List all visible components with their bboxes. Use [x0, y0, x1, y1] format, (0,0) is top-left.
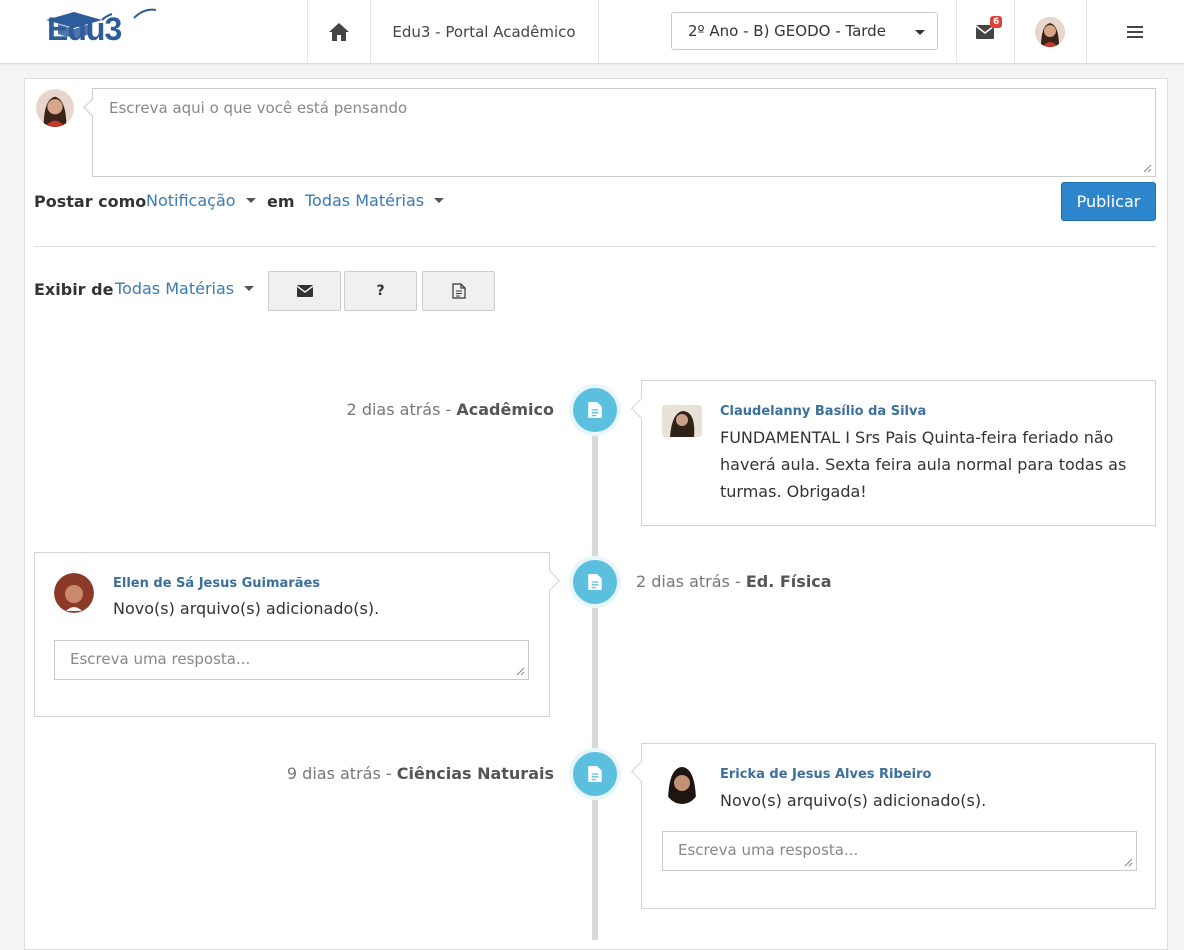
- filter-files-button[interactable]: [422, 271, 495, 311]
- timeline-node: [569, 384, 621, 436]
- subject-dropdown[interactable]: Todas Matérias: [305, 191, 445, 210]
- show-from-label: Exibir de: [34, 280, 114, 299]
- chevron-down-icon: [915, 30, 925, 35]
- post-placeholder: Escreva aqui o que você está pensando: [109, 99, 408, 117]
- post-message: FUNDAMENTAL I Srs Pais Quinta-feira feri…: [720, 428, 1127, 501]
- timeline-meta: 9 dias atrás - Ciências Naturais: [287, 764, 554, 783]
- post-as-label: Postar como: [34, 192, 147, 211]
- reply-input[interactable]: Escreva uma resposta...: [662, 831, 1137, 871]
- chevron-down-icon: [245, 198, 256, 203]
- timeline-time: 2 dias atrás -: [346, 400, 457, 419]
- post-message: Novo(s) arquivo(s) adicionado(s).: [720, 791, 987, 810]
- document-icon: [588, 402, 602, 418]
- post-type-dropdown[interactable]: Notificação: [146, 191, 256, 210]
- unread-count-badge: 6: [990, 16, 1003, 28]
- chevron-down-icon: [244, 286, 255, 291]
- timeline-card: Ellen de Sá Jesus Guimarães Novo(s) arqu…: [34, 552, 550, 717]
- composer-avatar: [36, 89, 74, 127]
- timeline-subject: Acadêmico: [456, 400, 554, 419]
- brand-name: Edu3: [47, 11, 122, 47]
- messages-button[interactable]: 6: [956, 0, 1014, 63]
- timeline-meta: 2 dias atrás - Ed. Física: [636, 572, 832, 591]
- portal-title: Edu3 - Portal Acadêmico: [392, 22, 576, 41]
- hamburger-menu-button[interactable]: [1086, 0, 1184, 63]
- timeline-time: 9 dias atrás -: [286, 764, 397, 783]
- author-avatar: [664, 764, 700, 804]
- chevron-down-icon: [434, 198, 445, 203]
- filter-messages-button[interactable]: [268, 271, 341, 311]
- author-name[interactable]: Ericka de Jesus Alves Ribeiro: [720, 767, 931, 782]
- publish-button[interactable]: Publicar: [1061, 182, 1156, 221]
- author-avatar: [54, 573, 94, 613]
- envelope-icon: [296, 285, 313, 297]
- timeline-node: [569, 748, 621, 800]
- timeline-line: [592, 400, 598, 940]
- timeline-card: Claudelanny Basílio da Silva FUNDAMENTAL…: [641, 380, 1156, 526]
- class-selector[interactable]: 2º Ano - B) GEODO - Tarde: [671, 12, 938, 50]
- resize-handle-icon[interactable]: [516, 667, 525, 676]
- hamburger-icon: [1127, 25, 1143, 38]
- author-name[interactable]: Claudelanny Basílio da Silva: [720, 404, 926, 419]
- home-icon: [329, 22, 349, 41]
- resize-handle-icon[interactable]: [1124, 858, 1133, 867]
- document-icon: [588, 574, 602, 590]
- subject-value: Todas Matérias: [305, 191, 425, 210]
- nav-divider: [598, 0, 599, 63]
- resize-handle-icon[interactable]: [1143, 164, 1152, 173]
- author-avatar: [662, 405, 702, 437]
- post-message: Novo(s) arquivo(s) adicionado(s).: [113, 599, 380, 618]
- user-menu-button[interactable]: [1014, 0, 1086, 63]
- class-selector-value: 2º Ano - B) GEODO - Tarde: [688, 22, 886, 40]
- reply-placeholder: Escreva uma resposta...: [70, 650, 251, 668]
- timeline-card: Ericka de Jesus Alves Ribeiro Novo(s) ar…: [641, 743, 1156, 909]
- timeline-time: 2 dias atrás -: [636, 572, 746, 591]
- filter-questions-button[interactable]: ?: [344, 271, 417, 311]
- timeline-meta: 2 dias atrás - Acadêmico: [347, 400, 554, 419]
- reply-input[interactable]: Escreva uma resposta...: [54, 640, 529, 680]
- post-type-value: Notificação: [146, 191, 236, 210]
- question-mark-icon: ?: [376, 283, 385, 299]
- author-name[interactable]: Ellen de Sá Jesus Guimarães: [113, 576, 320, 591]
- top-navbar: Edu3 Edu3 - Portal Acadêmico 2º Ano - B)…: [0, 0, 1184, 64]
- user-avatar: [1035, 16, 1065, 47]
- timeline-node: [569, 556, 621, 608]
- document-icon: [451, 283, 466, 299]
- document-icon: [588, 766, 602, 782]
- filter-subject-dropdown[interactable]: Todas Matérias: [115, 279, 255, 298]
- home-button[interactable]: [308, 0, 370, 63]
- timeline-subject: Ed. Física: [745, 572, 832, 591]
- filter-subject-value: Todas Matérias: [115, 279, 235, 298]
- post-textarea[interactable]: Escreva aqui o que você está pensando: [92, 88, 1156, 177]
- reply-placeholder: Escreva uma resposta...: [678, 841, 859, 859]
- in-label: em: [267, 192, 295, 211]
- section-divider: [34, 246, 1156, 247]
- timeline-subject: Ciências Naturais: [396, 764, 554, 783]
